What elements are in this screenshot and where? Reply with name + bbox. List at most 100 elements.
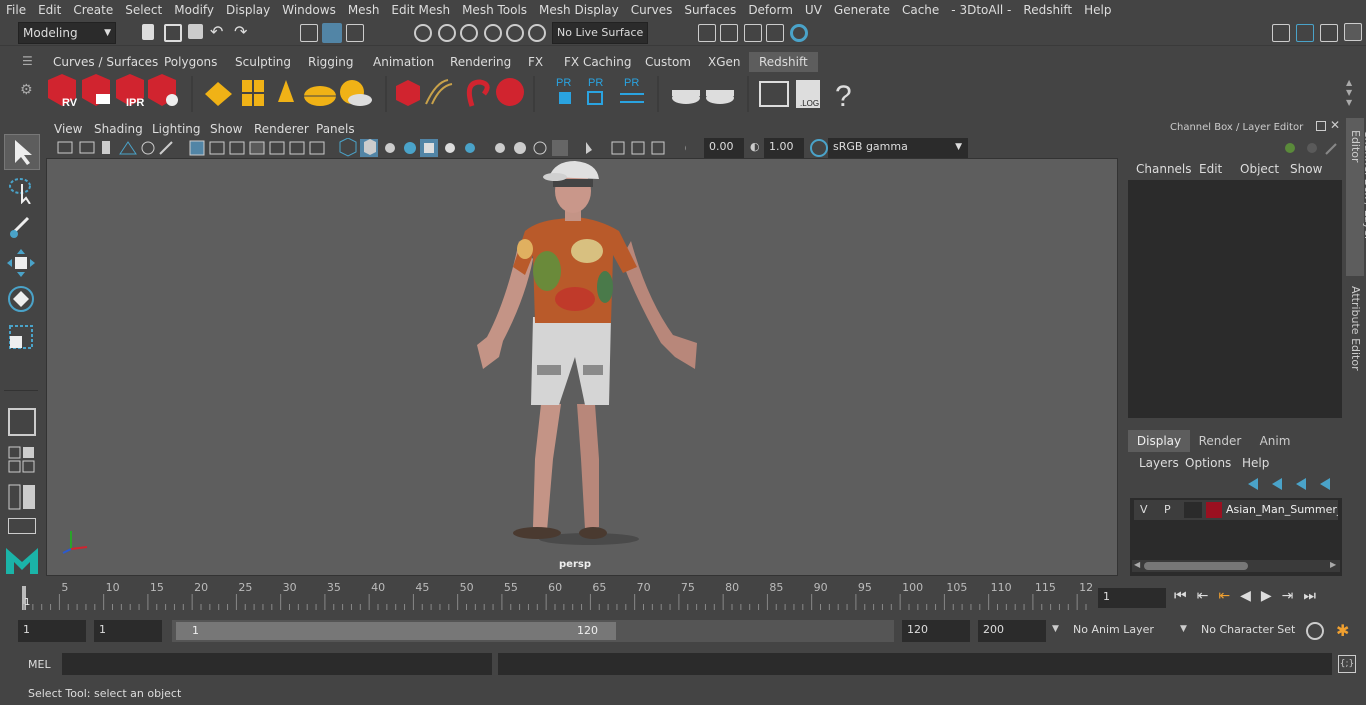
redo-icon[interactable]: ↷ xyxy=(234,24,252,42)
close-icon[interactable]: ✕ xyxy=(1330,118,1340,132)
anim-layer-dropdown[interactable]: No Anim Layer xyxy=(1068,620,1180,642)
menu-edit[interactable]: Edit xyxy=(32,3,67,17)
play-backwards-icon[interactable]: ◀ xyxy=(1240,588,1261,604)
range-slider-handle[interactable]: 1 120 xyxy=(176,622,616,640)
paint-select-button[interactable] xyxy=(6,210,36,240)
snap-grid-icon[interactable] xyxy=(414,24,432,42)
gamma-field[interactable]: 1.00 xyxy=(764,138,804,158)
cb-menu-channels[interactable]: Channels xyxy=(1136,162,1192,176)
color-management-icon[interactable] xyxy=(810,139,828,157)
redshift-proxy-icon[interactable] xyxy=(396,80,420,106)
render-options-icon[interactable] xyxy=(148,74,178,106)
play-forwards-icon[interactable]: ▶ xyxy=(1261,588,1282,604)
rv-icon[interactable]: RV xyxy=(48,74,78,109)
ipr-render-icon[interactable] xyxy=(744,24,762,42)
le-menu-layers[interactable]: Layers xyxy=(1139,456,1179,470)
tab-rigging[interactable]: Rigging xyxy=(308,52,353,72)
select-tool-button[interactable] xyxy=(4,134,40,170)
single-view-button[interactable] xyxy=(8,408,36,436)
outliner-layout-button[interactable] xyxy=(8,518,36,534)
new-scene-icon[interactable] xyxy=(142,24,154,40)
select-hierarchy-icon[interactable] xyxy=(300,24,318,42)
layer-color-swatch[interactable] xyxy=(1206,502,1222,518)
go-to-end-icon[interactable]: ⏭ xyxy=(1303,588,1326,604)
scroll-left-icon[interactable]: ◀ xyxy=(1134,560,1140,569)
scene-end-field[interactable]: 200 xyxy=(978,620,1046,642)
scroll-right-icon[interactable]: ▶ xyxy=(1330,560,1336,569)
scale-tool-button[interactable] xyxy=(6,322,36,352)
menu-modify[interactable]: Modify xyxy=(168,3,220,17)
menu-mesh-tools[interactable]: Mesh Tools xyxy=(456,3,533,17)
exposure-field[interactable]: 0.00 xyxy=(704,138,744,158)
tab-custom[interactable]: Custom xyxy=(645,52,691,72)
preferences-runner-icon[interactable]: ✱ xyxy=(1336,621,1349,640)
step-forward-key-icon[interactable]: ⇥ xyxy=(1282,588,1304,604)
vp-menu-view[interactable]: View xyxy=(54,122,82,136)
step-back-key-icon[interactable]: ⇤ xyxy=(1197,588,1219,604)
bake-icon[interactable] xyxy=(672,90,700,104)
redshift-curve-icon[interactable] xyxy=(466,79,490,107)
character-set-dropdown[interactable]: No Character Set xyxy=(1196,620,1298,642)
menu-uv[interactable]: UV xyxy=(799,3,828,17)
menu-cache[interactable]: Cache xyxy=(896,3,945,17)
pr-swap-icon[interactable]: PR xyxy=(620,77,644,103)
color-space-dropdown[interactable]: sRGB gamma ▼ xyxy=(828,138,968,158)
menu-deform[interactable]: Deform xyxy=(742,3,799,17)
menu-surfaces[interactable]: Surfaces xyxy=(678,3,742,17)
cb-menu-show[interactable]: Show xyxy=(1290,162,1322,176)
script-language-label[interactable]: MEL xyxy=(28,658,51,671)
render-sequence-icon[interactable] xyxy=(82,74,110,106)
workspace-icon[interactable] xyxy=(1272,24,1290,42)
lasso-tool-button[interactable] xyxy=(6,174,36,205)
shelf-gear-icon[interactable]: ⚙ xyxy=(20,82,33,98)
menu-create[interactable]: Create xyxy=(67,3,119,17)
redshift-dome-icon[interactable] xyxy=(304,86,336,106)
cb-menu-object[interactable]: Object xyxy=(1240,162,1279,176)
menu-file[interactable]: File xyxy=(0,3,32,17)
tab-redshift[interactable]: Redshift xyxy=(749,52,818,72)
rotate-tool-button[interactable] xyxy=(6,284,36,314)
undo-icon[interactable]: ↶ xyxy=(210,24,228,42)
render-view-icon[interactable] xyxy=(766,24,784,42)
menu-windows[interactable]: Windows xyxy=(276,3,342,17)
hypershade-icon[interactable] xyxy=(790,24,808,42)
ipr-icon[interactable]: IPR xyxy=(116,74,144,109)
layer-row[interactable]: V P Asian_Man_Summer_C xyxy=(1134,500,1338,520)
menu-mesh[interactable]: Mesh xyxy=(342,3,386,17)
layer-type-toggle[interactable] xyxy=(1184,502,1202,518)
side-tab-channel-box[interactable]: Channel Box / Layer Editor xyxy=(1346,118,1366,276)
save-scene-icon[interactable] xyxy=(188,24,203,39)
toggle-panels-icon[interactable] xyxy=(1296,24,1314,42)
bake-all-icon[interactable] xyxy=(706,90,734,104)
playback-end-field[interactable]: 120 xyxy=(902,620,970,642)
command-input[interactable] xyxy=(62,653,492,675)
redshift-box-icon[interactable] xyxy=(205,82,232,106)
tab-polygons[interactable]: Polygons xyxy=(164,52,217,72)
time-slider[interactable]: 1 5 10 15 20 25 30 35 40 45 50 55 60 65 70 75 80 85 90 95 1… xyxy=(18,581,1096,612)
script-editor-icon[interactable]: {;} xyxy=(1338,655,1356,673)
help-icon[interactable]: ? xyxy=(835,80,852,113)
channel-box-icon[interactable] xyxy=(1344,23,1362,41)
layer-visibility-toggle[interactable]: V xyxy=(1140,503,1148,516)
four-view-button[interactable] xyxy=(8,446,36,474)
chevron-down-icon[interactable]: ▼ xyxy=(1052,624,1059,634)
side-by-side-button[interactable] xyxy=(8,484,36,510)
redshift-sphere-icon[interactable] xyxy=(496,78,524,106)
range-slider-track[interactable]: 1 120 xyxy=(172,620,894,642)
go-to-start-icon[interactable]: ⏮ xyxy=(1174,588,1197,604)
select-object-icon[interactable] xyxy=(322,23,342,43)
auto-key-icon[interactable] xyxy=(1306,622,1324,640)
snap-view-icon[interactable] xyxy=(484,24,502,42)
current-frame-field[interactable]: 1 xyxy=(1098,588,1166,608)
move-tool-button[interactable] xyxy=(6,248,36,278)
tab-sculpting[interactable]: Sculpting xyxy=(235,52,291,72)
chevron-down-icon[interactable]: ▼ xyxy=(1180,624,1187,634)
redshift-sun-icon[interactable] xyxy=(340,80,372,106)
redshift-light-icon[interactable] xyxy=(278,80,294,102)
tab-fx[interactable]: FX xyxy=(528,52,543,72)
vp-menu-renderer[interactable]: Renderer xyxy=(254,122,309,136)
redshift-hair-icon[interactable] xyxy=(425,79,453,105)
tab-display[interactable]: Display xyxy=(1128,430,1190,452)
vp-menu-panels[interactable]: Panels xyxy=(316,122,355,136)
playback-start-field[interactable]: 1 xyxy=(94,620,162,642)
